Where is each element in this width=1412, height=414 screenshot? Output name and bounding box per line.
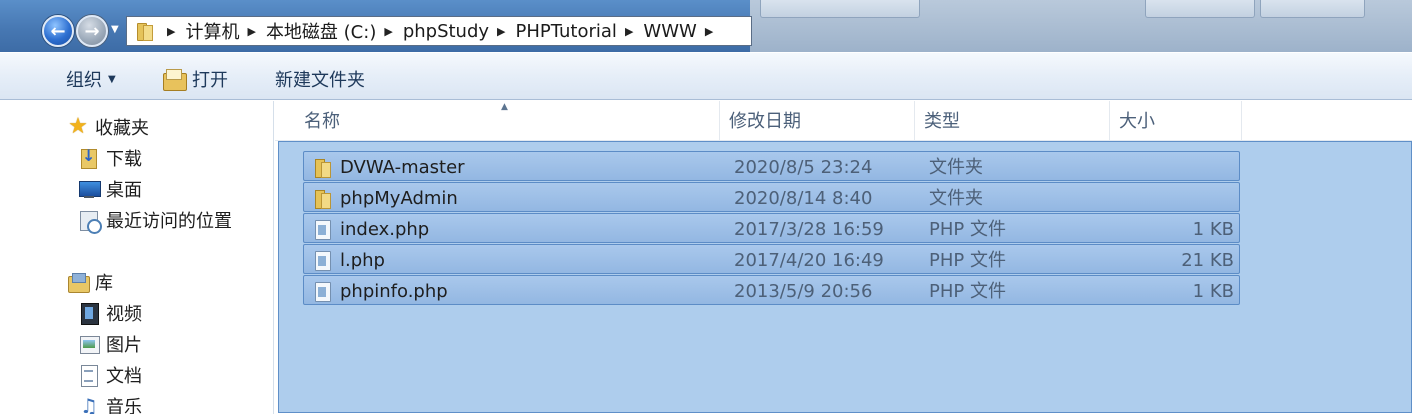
- column-header-type[interactable]: 类型: [915, 101, 1110, 141]
- breadcrumb-separator-icon[interactable]: ▶: [497, 25, 505, 38]
- file-size: [1124, 183, 1234, 212]
- file-name: l.php: [340, 250, 385, 271]
- file-list-pane: ▲ 名称 修改日期 类型 大小 DVWA-master 2020/8/5 23:…: [275, 101, 1412, 414]
- sidebar-item-documents[interactable]: 文档: [78, 362, 142, 388]
- sidebar-item-label: 图片: [106, 335, 142, 356]
- file-type: 文件夹: [929, 188, 983, 209]
- star-icon: ★: [68, 114, 88, 139]
- breadcrumb-phptutorial[interactable]: PHPTutorial: [516, 21, 617, 42]
- breadcrumb-separator-icon[interactable]: ▶: [384, 25, 392, 38]
- breadcrumb-separator-icon[interactable]: ▶: [625, 25, 633, 38]
- open-button[interactable]: 打开: [162, 66, 228, 92]
- sidebar-item-downloads[interactable]: 下载: [78, 145, 142, 171]
- folder-icon: [312, 156, 332, 178]
- sidebar-item-libraries[interactable]: 库: [67, 269, 113, 295]
- php-file-icon: [312, 249, 332, 271]
- breadcrumb-phpstudy[interactable]: phpStudy: [403, 21, 489, 42]
- sidebar-item-label: 音乐: [106, 397, 142, 414]
- sidebar-item-music[interactable]: ♫ 音乐: [78, 393, 142, 414]
- organize-button[interactable]: 组织 ▼: [66, 66, 116, 92]
- navigation-pane: ★ 收藏夹 下载 桌面 最近访问的位置 库 视频 图片 文档 ♫ 音乐: [0, 101, 274, 414]
- file-type: PHP 文件: [929, 219, 1006, 240]
- chevron-down-icon: ▼: [108, 73, 116, 85]
- breadcrumb-separator-icon[interactable]: ▶: [247, 25, 255, 38]
- new-folder-label: 新建文件夹: [275, 70, 365, 91]
- organize-label: 组织: [66, 70, 102, 91]
- pictures-library-icon: [78, 333, 100, 355]
- file-name: phpinfo.php: [340, 281, 448, 302]
- new-folder-button[interactable]: 新建文件夹: [275, 66, 365, 92]
- open-label: 打开: [192, 70, 228, 91]
- file-name: index.php: [340, 219, 430, 240]
- sidebar-item-pictures[interactable]: 图片: [78, 331, 142, 357]
- table-row[interactable]: index.php 2017/3/28 16:59 PHP 文件 1 KB: [303, 213, 1240, 243]
- selection-rectangle: DVWA-master 2020/8/5 23:24 文件夹 phpMyAdmi…: [278, 141, 1412, 413]
- file-type: PHP 文件: [929, 281, 1006, 302]
- sidebar-item-label: 视频: [106, 304, 142, 325]
- file-size: 1 KB: [1192, 219, 1234, 240]
- background-window-button: [760, 0, 920, 18]
- file-name: DVWA-master: [340, 157, 465, 178]
- forward-button[interactable]: →: [76, 15, 108, 47]
- address-bar[interactable]: ▶ 计算机 ▶ 本地磁盘 (C:) ▶ phpStudy ▶ PHPTutori…: [126, 16, 752, 46]
- table-row[interactable]: DVWA-master 2020/8/5 23:24 文件夹: [303, 151, 1240, 181]
- chevron-down-icon: ▼: [111, 24, 119, 35]
- table-row[interactable]: l.php 2017/4/20 16:49 PHP 文件 21 KB: [303, 244, 1240, 274]
- sidebar-item-label: 库: [95, 273, 113, 294]
- file-modified: 2020/8/14 8:40: [734, 188, 873, 209]
- library-icon: [67, 271, 90, 293]
- column-header-modified[interactable]: 修改日期: [720, 101, 915, 141]
- documents-library-icon: [78, 364, 100, 387]
- breadcrumb-local-disk[interactable]: 本地磁盘 (C:): [266, 18, 376, 44]
- file-type: PHP 文件: [929, 250, 1006, 271]
- file-size: [1124, 152, 1234, 181]
- background-window-button: [1260, 0, 1365, 18]
- php-file-icon: [312, 280, 332, 302]
- file-type: 文件夹: [929, 157, 983, 178]
- video-library-icon: [78, 302, 100, 325]
- column-headers: ▲ 名称 修改日期 类型 大小: [275, 101, 1412, 141]
- arrow-right-icon: →: [84, 20, 100, 42]
- breadcrumb-separator-icon[interactable]: ▶: [167, 25, 175, 38]
- table-row[interactable]: phpinfo.php 2013/5/9 20:56 PHP 文件 1 KB: [303, 275, 1240, 305]
- table-row[interactable]: phpMyAdmin 2020/8/14 8:40 文件夹: [303, 182, 1240, 212]
- file-modified: 2013/5/9 20:56: [734, 281, 873, 302]
- breadcrumb-computer[interactable]: 计算机: [185, 18, 239, 44]
- arrow-left-icon: ←: [50, 20, 66, 42]
- sidebar-item-favorites[interactable]: ★ 收藏夹: [67, 114, 149, 140]
- window-title-bar: ← → ▼ ▶ 计算机 ▶ 本地磁盘 (C:) ▶ phpStudy ▶ PHP…: [0, 0, 1412, 52]
- file-modified: 2017/4/20 16:49: [734, 250, 884, 271]
- music-library-icon: ♫: [80, 394, 98, 414]
- file-modified: 2020/8/5 23:24: [734, 157, 873, 178]
- php-file-icon: [312, 218, 332, 240]
- sidebar-item-desktop[interactable]: 桌面: [78, 176, 142, 202]
- back-button[interactable]: ←: [42, 15, 74, 47]
- file-modified: 2017/3/28 16:59: [734, 219, 884, 240]
- recent-places-icon: [78, 209, 102, 234]
- recent-pages-dropdown[interactable]: ▼: [111, 24, 119, 35]
- breadcrumb-separator-icon[interactable]: ▶: [705, 25, 713, 38]
- sidebar-item-label: 桌面: [106, 180, 142, 201]
- open-folder-icon: [162, 68, 187, 91]
- command-bar: 组织 ▼ 打开 新建文件夹: [0, 52, 1412, 100]
- file-size: 21 KB: [1181, 250, 1234, 271]
- desktop-icon: [78, 178, 101, 200]
- breadcrumb-www[interactable]: WWW: [643, 21, 696, 42]
- column-header-size[interactable]: 大小: [1110, 101, 1242, 141]
- sidebar-item-label: 收藏夹: [95, 118, 149, 139]
- column-header-name[interactable]: 名称: [295, 101, 720, 141]
- background-window-button: [1145, 0, 1255, 18]
- sidebar-item-label: 文档: [106, 366, 142, 387]
- downloads-folder-icon: [78, 146, 100, 169]
- file-name: phpMyAdmin: [340, 188, 458, 209]
- sidebar-item-label: 最近访问的位置: [106, 211, 232, 232]
- file-size: 1 KB: [1192, 281, 1234, 302]
- folder-icon: [135, 21, 153, 41]
- sidebar-item-recent-places[interactable]: 最近访问的位置: [78, 207, 232, 234]
- folder-icon: [312, 187, 332, 209]
- sidebar-item-videos[interactable]: 视频: [78, 300, 142, 326]
- sidebar-item-label: 下载: [106, 149, 142, 170]
